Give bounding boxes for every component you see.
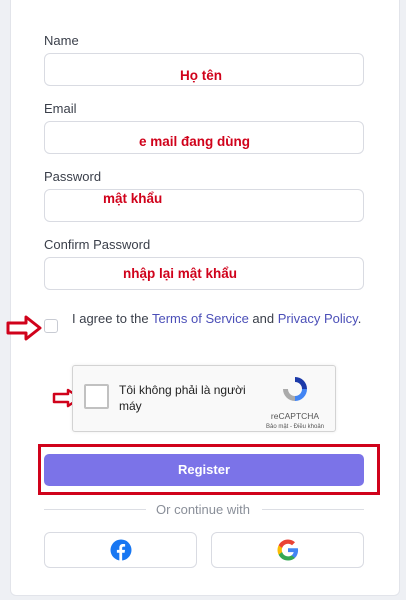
recaptcha-logo: reCAPTCHA Bảo mật - Điều khoản [265,374,325,430]
facebook-icon [110,539,131,561]
email-label: Email [44,101,77,116]
password-label: Password [44,169,102,184]
recaptcha-checkbox[interactable] [84,384,109,409]
agree-text: I agree to the Terms of Service and Priv… [72,310,362,327]
recaptcha-brand: reCAPTCHA [270,411,320,421]
facebook-login-button[interactable] [44,532,197,568]
agree-checkbox[interactable] [44,319,58,333]
confirm-password-label: Confirm Password [44,237,151,252]
password-annotation: mật khẩu [103,191,163,206]
name-label: Name [44,33,79,48]
terms-link[interactable]: Terms of Service [152,311,249,326]
register-button[interactable]: Register [44,454,364,486]
arrow-agree-icon [6,315,42,341]
recaptcha-icon [283,377,307,401]
recaptcha-links[interactable]: Bảo mật - Điều khoản [265,424,325,430]
divider-line-left [44,509,146,510]
privacy-link[interactable]: Privacy Policy [278,311,358,326]
email-annotation: e mail đang dùng [139,134,251,149]
divider-line-right [262,509,364,510]
divider-text: Or continue with [156,502,250,517]
confirm-password-annotation: nhập lại mật khẩu [123,266,238,281]
agree-prefix: I agree to the [72,311,152,326]
agree-middle: and [248,311,278,326]
password-input[interactable] [44,189,364,222]
google-login-button[interactable] [211,532,364,568]
google-icon [277,539,298,561]
agree-suffix: . [357,311,362,326]
name-annotation: Họ tên [180,68,222,83]
recaptcha-widget: Tôi không phải là người máy reCAPTCHA Bả… [72,365,336,432]
recaptcha-text: Tôi không phải là người máy [119,383,246,413]
